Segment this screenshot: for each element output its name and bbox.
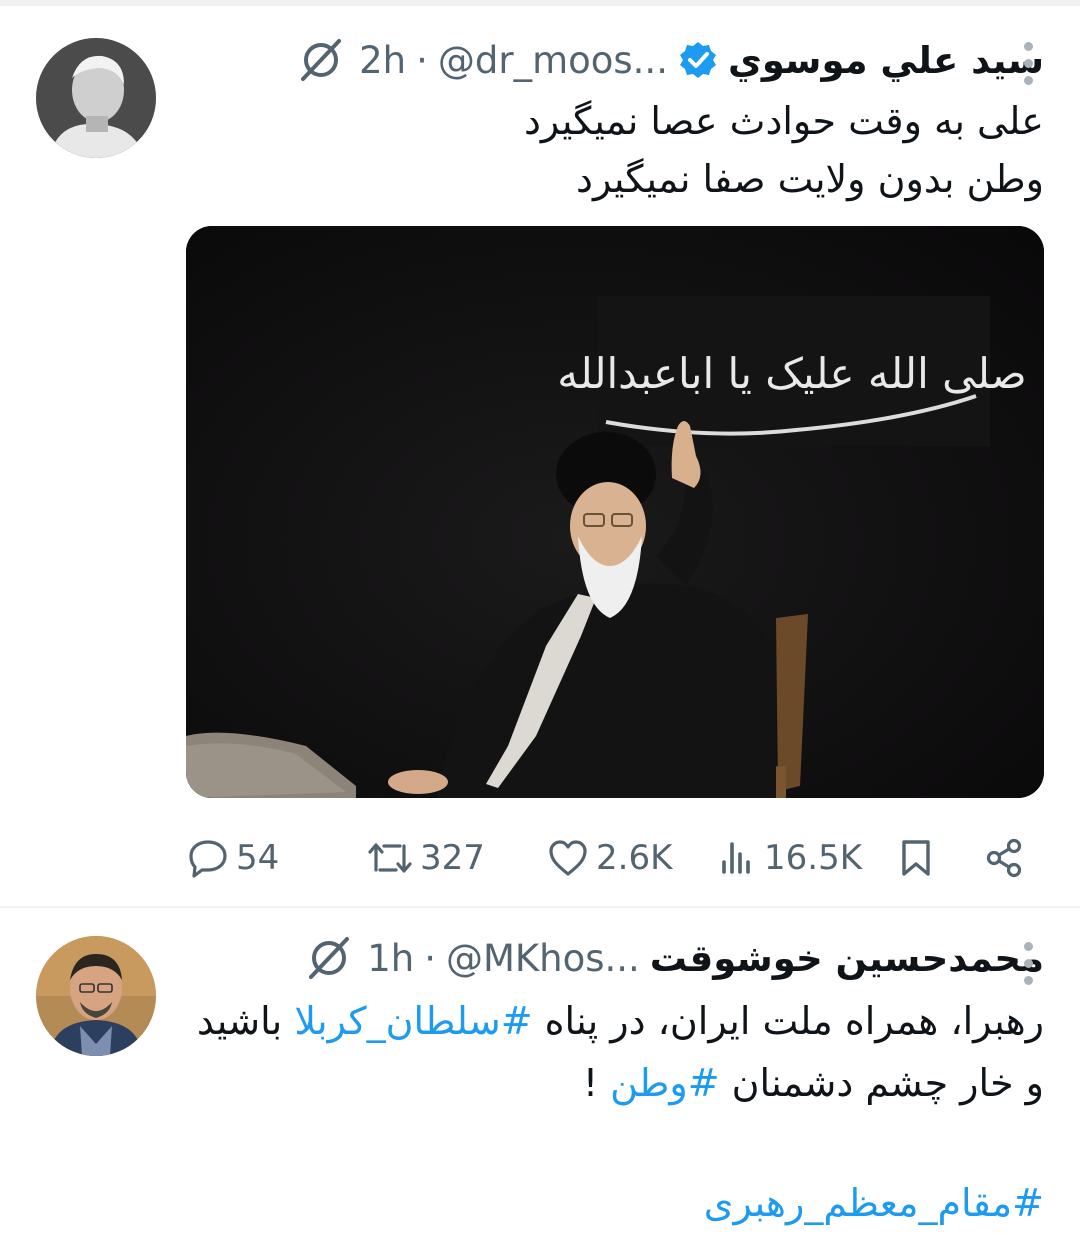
tweet-text: رهبرا، همراه ملت ایران، در پناه #سلطان_ک… (197, 990, 1044, 1234)
grok-icon[interactable] (301, 933, 357, 983)
retweet-icon (368, 843, 412, 873)
verified-badge-icon (678, 40, 718, 80)
tweet-line: #مقام_معظم_رهبری (197, 1172, 1044, 1234)
timestamp[interactable]: 2h (359, 39, 406, 82)
share-icon (986, 838, 1022, 878)
hashtag-link[interactable]: #مقام_معظم_رهبری (704, 1181, 1044, 1225)
bookmark-button[interactable] (896, 828, 936, 888)
reply-count: 54 (236, 838, 280, 878)
more-options-icon[interactable] (1024, 42, 1034, 85)
handle[interactable]: @MKhos... (446, 937, 640, 980)
reply-icon (189, 840, 227, 878)
reply-button[interactable]: 54 (186, 828, 279, 888)
views-button[interactable]: 16.5K (718, 828, 862, 888)
tweet-header: محمدحسين خوشوقت @MKhos... · 1h (301, 928, 1044, 988)
like-count: 2.6K (596, 838, 673, 878)
banner-calligraphy: صلی الله علیک یا اباعبدالله (557, 349, 1026, 398)
hashtag-link[interactable]: #سلطان_کربلا (294, 999, 532, 1043)
tweet-text: على به وقت حوادث عصا نميگيرد وطن بدون ول… (524, 92, 1044, 208)
heart-icon (549, 840, 587, 876)
tweet-line: و خار چشم دشمنان #وطن ! (582, 1061, 1044, 1105)
tweet-image[interactable]: صلی الله علیک یا اباعبدالله (186, 226, 1044, 798)
retweet-button[interactable]: 327 (366, 828, 485, 888)
separator-dot: · (416, 38, 428, 82)
retweet-count: 327 (420, 838, 485, 878)
hashtag-link[interactable]: #وطن (610, 1061, 719, 1105)
tweet-actions: 54 327 2.6K 16.5K (186, 828, 1044, 888)
display-name[interactable]: سيد علي موسوي (728, 39, 1044, 82)
top-separator (0, 0, 1080, 6)
more-options-icon[interactable] (1024, 942, 1034, 985)
views-icon (722, 842, 750, 874)
like-button[interactable]: 2.6K (546, 828, 672, 888)
timestamp[interactable]: 1h (367, 937, 414, 980)
tweet-2[interactable]: محمدحسين خوشوقت @MKhos... · 1h رهبرا، هم… (0, 908, 1080, 1225)
grok-icon[interactable] (293, 35, 349, 85)
bookmark-icon (902, 840, 930, 876)
tweet-line: على به وقت حوادث عصا نميگيرد (523, 99, 1044, 143)
separator-dot: · (424, 936, 436, 980)
tweet-header: سيد علي موسوي @dr_moos... · 2h (293, 30, 1044, 90)
avatar[interactable] (36, 38, 156, 158)
display-name[interactable]: محمدحسين خوشوقت (650, 937, 1044, 980)
avatar[interactable] (36, 936, 156, 1056)
share-button[interactable] (982, 828, 1026, 888)
views-count: 16.5K (764, 838, 862, 878)
tweet-line: رهبرا، همراه ملت ایران، در پناه #سلطان_ک… (196, 999, 1044, 1043)
handle[interactable]: @dr_moos... (438, 39, 668, 82)
tweet-line: وطن بدون ولايت صفا نميگيرد (576, 157, 1044, 201)
tweet-1[interactable]: سيد علي موسوي @dr_moos... · 2h على به وق… (0, 8, 1080, 906)
